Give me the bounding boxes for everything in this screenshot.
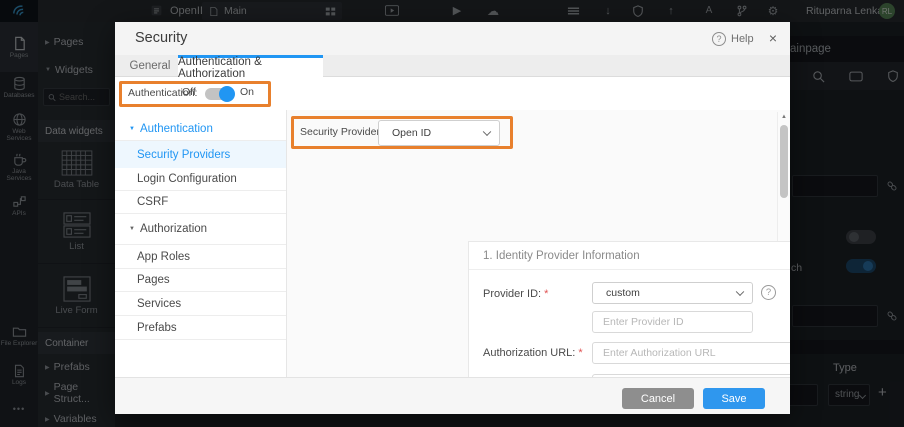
nav-item-pages[interactable]: Pages [115,269,286,292]
nav-item-services[interactable]: Services [115,292,286,316]
arrow-down-icon: ▼ [129,126,135,132]
scroll-up-icon[interactable]: ▲ [778,114,790,120]
dialog-content: Security Provider: Open ID ▲ ▼ 1. Identi… [287,110,790,377]
arrow-down-icon: ▼ [129,226,135,232]
provider-id-input[interactable] [592,311,753,333]
close-icon[interactable]: × [763,28,783,48]
nav-item-prefabs[interactable]: Prefabs [115,316,286,340]
dialog-footer: Cancel Save [115,377,790,414]
cancel-button[interactable]: Cancel [622,388,694,409]
nav-item-csrf[interactable]: CSRF [115,191,286,214]
scrollbar-thumb[interactable] [780,125,788,198]
authorization-url-input[interactable] [592,342,790,364]
authorization-url-label: Authorization URL: * [483,347,583,359]
dialog-title: Security [135,30,188,46]
provider-id-select[interactable]: custom [592,282,753,304]
provider-id-label: Provider ID: * [483,288,549,300]
security-provider-select[interactable]: Open ID [378,120,500,146]
security-dialog: Security ? Help × General Authentication… [115,22,790,414]
nav-item-login-configuration[interactable]: Login Configuration [115,168,286,191]
help-icon[interactable]: ? [761,285,776,300]
dialog-side-nav: ▼ Authentication Security Providers Logi… [115,110,287,377]
authentication-switch[interactable] [205,86,235,102]
help-question-icon: ? [712,31,726,46]
nav-item-security-providers[interactable]: Security Providers [115,141,286,168]
authentication-toggle-row: Authentication: Off On [115,77,790,110]
identity-provider-card: 1. Identity Provider Information Provide… [468,241,790,377]
nav-item-app-roles[interactable]: App Roles [115,245,286,269]
security-provider-label: Security Provider: [300,126,383,138]
tab-general[interactable]: General [120,55,180,77]
toggle-off-label[interactable]: Off [182,86,196,98]
section-title: 1. Identity Provider Information [469,242,790,270]
save-button[interactable]: Save [703,388,765,409]
nav-group-authentication[interactable]: ▼ Authentication [115,118,286,141]
dialog-tabs: General Authentication & Authorization [115,55,790,80]
help-button[interactable]: ? Help [712,22,754,55]
tab-authentication-authorization[interactable]: Authentication & Authorization [178,55,323,80]
nav-group-authorization[interactable]: ▼ Authorization [115,214,286,245]
dialog-header: Security ? Help × [115,22,790,55]
chevron-down-icon [735,287,745,297]
toggle-on-label[interactable]: On [240,86,254,98]
chevron-down-icon [482,127,492,137]
screen: OpenIDAuth Main ▶ ☁ ↓ ↑ A ⚙ Rituparna Le… [0,0,904,427]
